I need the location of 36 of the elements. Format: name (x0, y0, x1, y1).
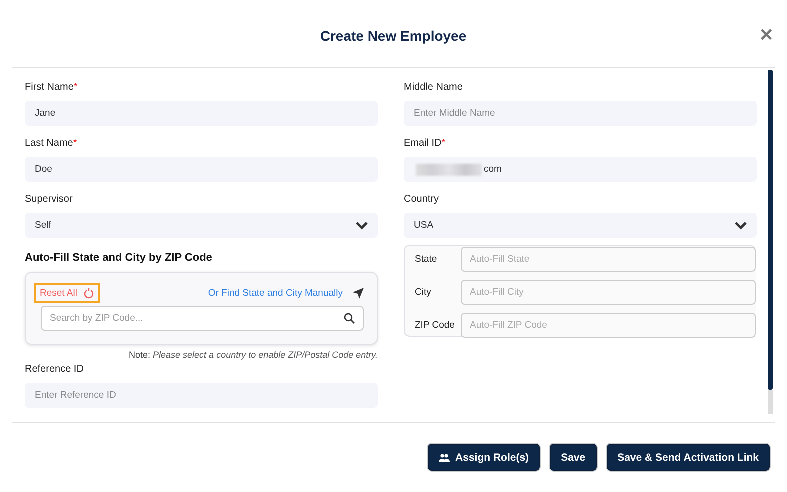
field-label: Supervisor (25, 194, 73, 205)
chevron-down-icon (735, 222, 747, 230)
note-text: Note: Please select a country to enable ZIP/Postal Code entry. (128, 350, 378, 360)
field-label: Last Name* (25, 138, 78, 149)
field-label: Middle Name (404, 82, 463, 93)
close-button[interactable]: × (760, 24, 773, 46)
zip-search-field[interactable]: Search by ZIP Code... (41, 306, 364, 331)
field-label: City (415, 287, 432, 298)
manual-link[interactable]: Or Find State and City Manually (208, 288, 343, 298)
input-field[interactable]: Jane (25, 101, 378, 126)
field-label: Email ID* (404, 138, 446, 149)
people-icon (438, 454, 450, 462)
navigation-arrow-icon[interactable] (353, 288, 364, 298)
action-button[interactable]: Save (550, 444, 597, 471)
input-field[interactable]: com (404, 157, 757, 182)
input-field[interactable]: Auto-Fill ZIP Code (461, 313, 756, 338)
redacted-blur (416, 164, 482, 176)
input-field[interactable]: Doe (25, 157, 378, 182)
field-label: Reference ID (25, 364, 84, 375)
field-label: State (415, 254, 438, 265)
input-field[interactable]: Auto-Fill City (461, 280, 756, 305)
action-button[interactable]: Save & Send Activation Link (606, 444, 770, 471)
refresh-icon (84, 288, 94, 298)
section-heading: Auto-Fill State and City by ZIP Code (25, 252, 214, 264)
search-icon (344, 313, 355, 324)
field-label: First Name* (25, 82, 78, 93)
action-button[interactable]: Assign Role(s) (428, 444, 540, 471)
select-field[interactable]: USA (404, 213, 757, 238)
dialog-title: Create New Employee (320, 28, 467, 44)
select-field[interactable]: Self (25, 213, 378, 238)
field-label: ZIP Code (415, 320, 456, 331)
field-label: Country (404, 194, 440, 205)
chevron-down-icon (356, 222, 368, 230)
input-field[interactable]: Enter Middle Name (404, 101, 757, 126)
input-field[interactable]: Auto-Fill State (461, 247, 756, 272)
input-field[interactable]: Enter Reference ID (25, 383, 378, 408)
